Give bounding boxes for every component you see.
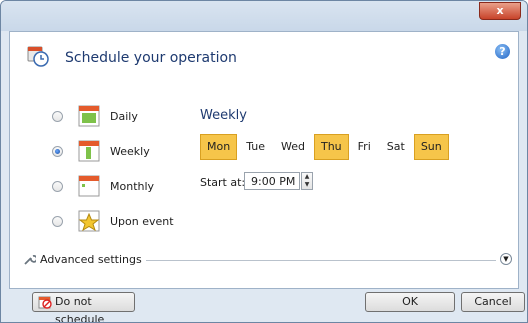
day-mon[interactable]: Mon — [200, 134, 238, 160]
do-not-schedule-button[interactable]: Do not schedule — [32, 292, 135, 322]
option-label-daily: Daily — [110, 110, 138, 123]
start-time-input[interactable]: 9:00 PM — [244, 172, 300, 190]
option-label-upon-event: Upon event — [110, 215, 174, 228]
event-star-icon — [78, 210, 100, 232]
option-label-weekly: Weekly — [110, 145, 150, 158]
spin-up-icon[interactable]: ▲ — [302, 173, 312, 181]
separator-line — [146, 260, 496, 261]
schedule-clock-icon — [27, 46, 49, 67]
title-bar: x — [1, 1, 527, 31]
day-thu[interactable]: Thu — [313, 134, 349, 160]
day-sat[interactable]: Sat — [379, 134, 412, 160]
day-fri[interactable]: Fri — [350, 134, 378, 160]
monthly-calendar-icon — [78, 175, 100, 197]
day-tue[interactable]: Tue — [239, 134, 272, 160]
advanced-settings-label: Advanced settings — [40, 253, 142, 266]
time-spinner[interactable]: ▲ ▼ — [301, 172, 313, 190]
day-wed[interactable]: Wed — [274, 134, 312, 160]
radio-daily[interactable] — [52, 111, 63, 122]
radio-upon-event[interactable] — [52, 216, 63, 227]
close-button[interactable]: x — [479, 2, 521, 20]
help-icon[interactable]: ? — [495, 44, 510, 59]
wrench-icon — [24, 255, 36, 265]
advanced-settings-row[interactable]: Advanced settings ▼ — [10, 250, 518, 270]
daily-calendar-icon — [78, 105, 100, 127]
weekly-calendar-icon — [78, 140, 100, 162]
option-label-monthly: Monthly — [110, 180, 155, 193]
schedule-dialog: x Schedule your operation ? Daily Weekly… — [0, 0, 528, 323]
no-schedule-icon — [38, 296, 52, 309]
radio-monthly[interactable] — [52, 181, 63, 192]
do-not-schedule-label: Do not schedule — [55, 295, 105, 323]
page-title: Schedule your operation — [65, 50, 237, 66]
cancel-button[interactable]: Cancel — [461, 292, 525, 312]
weekly-heading: Weekly — [200, 108, 247, 123]
day-selector: Mon Tue Wed Thu Fri Sat Sun — [200, 134, 451, 160]
start-at-label: Start at: — [200, 176, 246, 189]
spin-down-icon[interactable]: ▼ — [302, 181, 312, 189]
chevron-down-icon[interactable]: ▼ — [500, 253, 512, 265]
ok-button[interactable]: OK — [365, 292, 455, 312]
dialog-body: Schedule your operation ? Daily Weekly M… — [9, 31, 519, 289]
day-sun[interactable]: Sun — [413, 134, 449, 160]
radio-weekly[interactable] — [52, 146, 63, 157]
